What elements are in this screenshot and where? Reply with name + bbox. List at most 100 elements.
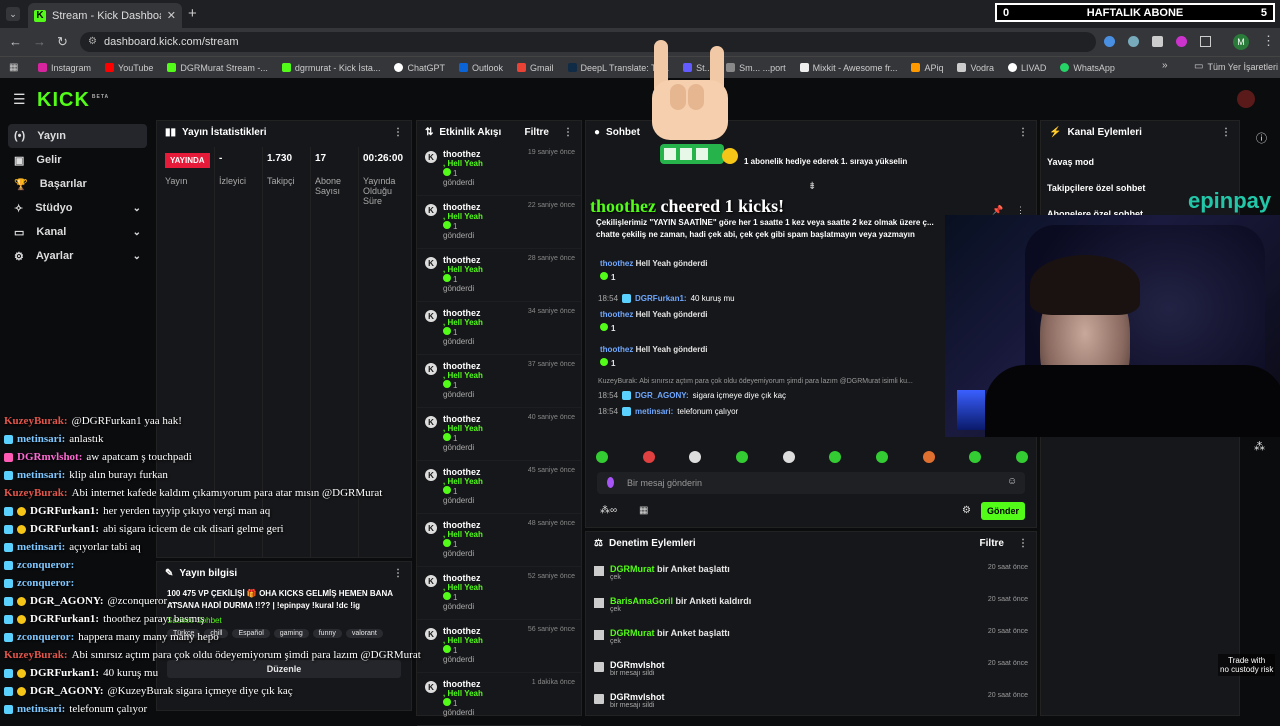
event-user[interactable]: thoothez bbox=[443, 573, 483, 583]
event-user[interactable]: thoothez bbox=[443, 467, 483, 477]
extension-icon[interactable] bbox=[1176, 36, 1187, 47]
send-button[interactable]: Gönder bbox=[981, 502, 1025, 520]
mod-user[interactable]: BarisAmaGoril bbox=[610, 596, 673, 606]
mod-user[interactable]: DGRMurat bbox=[610, 628, 655, 638]
sidebar-item-yayin[interactable]: (•) Yayın bbox=[8, 124, 147, 148]
emoji-icon[interactable]: ☺ bbox=[1007, 476, 1017, 487]
chat-username[interactable]: metinsari: bbox=[635, 407, 673, 416]
mod-action-body: BarisAmaGoril bir Anketi kaldırdı çek bbox=[610, 596, 752, 613]
bookmark-item[interactable]: Gmail bbox=[517, 63, 554, 73]
chat-username[interactable]: thoothez bbox=[600, 259, 633, 268]
extensions-puzzle-icon[interactable] bbox=[1200, 36, 1211, 47]
kick-logo[interactable]: KICK BETA bbox=[37, 89, 109, 112]
browser-tab[interactable]: K Stream - Kick Dashboard ✕ bbox=[28, 3, 182, 28]
overlay-text: @KuzeyBurak sigara içmeye diye çık kaç bbox=[107, 685, 293, 697]
bookmark-item[interactable]: dgrmurat - Kick İsta... bbox=[281, 63, 380, 73]
emote-icon[interactable] bbox=[596, 451, 608, 463]
more-options-icon[interactable]: ⋮ bbox=[563, 127, 573, 138]
tool-icon[interactable]: ⁂ bbox=[1254, 440, 1265, 453]
event-count: 1 bbox=[443, 274, 483, 284]
mod-user[interactable]: DGRmvlshot bbox=[610, 660, 665, 670]
emote-icon[interactable] bbox=[735, 451, 748, 463]
mod-user[interactable]: DGRMurat bbox=[610, 564, 655, 574]
emote-icon[interactable] bbox=[875, 451, 888, 463]
forward-icon[interactable]: → bbox=[33, 34, 46, 49]
emote-icon[interactable] bbox=[922, 451, 935, 463]
gift-icon[interactable]: ▦ bbox=[639, 505, 648, 516]
emote-icon[interactable] bbox=[782, 451, 795, 463]
more-options-icon[interactable]: ⋮ bbox=[1221, 127, 1231, 138]
chat-time: 18:54 bbox=[598, 406, 619, 416]
more-options-icon[interactable]: ⋮ bbox=[393, 127, 403, 138]
event-user[interactable]: thoothez bbox=[443, 679, 483, 689]
mod-sub: çek bbox=[610, 574, 621, 581]
sidebar-item-gelir[interactable]: ▣ Gelir bbox=[0, 148, 155, 172]
sidebar-item-ayarlar[interactable]: ⚙ Ayarlar ⌄ bbox=[0, 244, 155, 268]
url-input[interactable]: ⚙ dashboard.kick.com/stream bbox=[80, 32, 1096, 52]
apps-grid-icon[interactable]: ▦ bbox=[9, 62, 18, 73]
bookmark-item[interactable]: Instagram bbox=[38, 63, 91, 73]
bookmark-item[interactable]: Outlook bbox=[458, 63, 503, 73]
mod-user[interactable]: DGRmvlshot bbox=[610, 692, 665, 702]
sidebar-item-basarilar[interactable]: 🏆 Başarılar bbox=[0, 172, 155, 196]
event-user[interactable]: thoothez bbox=[443, 626, 483, 636]
slow-mode-toggle[interactable]: Yavaş mod bbox=[1041, 149, 1239, 175]
chat-username[interactable]: thoothez bbox=[600, 345, 633, 354]
expand-icon[interactable]: ⇟ bbox=[808, 181, 816, 192]
chat-input[interactable]: Bir mesaj gönderin ☺ bbox=[597, 472, 1025, 494]
bookmark-item[interactable]: DGRMurat Stream -... bbox=[167, 63, 268, 73]
browser-menu-icon[interactable]: ⋮ bbox=[1262, 33, 1275, 49]
extension-icon[interactable] bbox=[1128, 36, 1139, 47]
sidebar-item-studyo[interactable]: ✧ Stüdyo ⌄ bbox=[0, 196, 155, 220]
mod-action-row: DGRMurat bir Anket başlattı çek 20 saat … bbox=[586, 558, 1036, 590]
bookmark-item[interactable]: APiq bbox=[911, 63, 943, 73]
back-icon[interactable]: ← bbox=[9, 34, 22, 49]
event-user[interactable]: thoothez bbox=[443, 255, 483, 265]
bookmark-item[interactable]: ChatGPT bbox=[394, 63, 445, 73]
more-bookmarks-icon[interactable]: » bbox=[1162, 60, 1168, 71]
chat-username[interactable]: thoothez bbox=[600, 310, 633, 319]
event-user[interactable]: thoothez bbox=[443, 361, 483, 371]
emote-icon[interactable] bbox=[689, 451, 702, 463]
more-options-icon[interactable]: ⋮ bbox=[1018, 127, 1028, 138]
extension-icon[interactable] bbox=[1104, 36, 1115, 47]
chat-username[interactable]: DGRFurkan1: bbox=[635, 294, 687, 303]
sidebar-item-kanal[interactable]: ▭ Kanal ⌄ bbox=[0, 220, 155, 244]
chat-username[interactable]: DGR_AGONY: bbox=[635, 391, 689, 400]
overlay-chat-line: DGRFurkan1: her yerden tayyip çıkıyo verg… bbox=[4, 502, 444, 520]
new-tab-icon[interactable]: + bbox=[188, 5, 197, 22]
overlay-username: metinsari: bbox=[17, 433, 66, 445]
chat-message: 18:54 metinsari: telefonum çalıyor bbox=[586, 403, 946, 419]
more-options-icon[interactable]: ⋮ bbox=[1018, 538, 1028, 549]
bookmark-item[interactable]: LIVAD bbox=[1008, 63, 1046, 73]
emote-icon[interactable] bbox=[1015, 451, 1028, 463]
tab-search-icon[interactable]: ⌄ bbox=[6, 7, 20, 21]
site-info-icon[interactable]: ⚙ bbox=[88, 36, 97, 47]
all-bookmarks-folder[interactable]: ▭ Tüm Yer İşaretleri bbox=[1194, 61, 1278, 72]
info-icon[interactable]: ⓘ bbox=[1256, 130, 1267, 146]
chat-identity-icon[interactable] bbox=[607, 477, 614, 488]
reload-icon[interactable]: ↻ bbox=[57, 34, 68, 50]
overlay-text: @zconqueror ... bbox=[107, 595, 179, 607]
bookmark-item[interactable]: YouTube bbox=[105, 63, 153, 73]
chat-settings-icon[interactable]: ⚙ bbox=[962, 505, 971, 516]
event-user[interactable]: thoothez bbox=[443, 149, 483, 159]
bookmark-item[interactable]: Mixkit - Awesome fr... bbox=[799, 63, 897, 73]
emote-icon[interactable] bbox=[642, 451, 655, 463]
event-user[interactable]: thoothez bbox=[443, 202, 483, 212]
tab-close-icon[interactable]: ✕ bbox=[167, 9, 176, 22]
emote-icon[interactable] bbox=[969, 451, 982, 463]
filter-button[interactable]: Filtre bbox=[980, 538, 1004, 549]
user-avatar[interactable] bbox=[1237, 90, 1255, 108]
event-user[interactable]: thoothez bbox=[443, 414, 483, 424]
emote-icon[interactable] bbox=[829, 451, 842, 463]
event-user[interactable]: thoothez bbox=[443, 520, 483, 530]
event-user[interactable]: thoothez bbox=[443, 308, 483, 318]
filter-button[interactable]: Filtre bbox=[525, 127, 549, 138]
kicks-icon[interactable]: ⁂∞ bbox=[600, 505, 617, 516]
hamburger-menu-icon[interactable]: ☰ bbox=[13, 91, 26, 108]
profile-avatar[interactable]: M bbox=[1233, 34, 1249, 50]
bookmark-item[interactable]: WhatsApp bbox=[1060, 63, 1115, 73]
bookmark-item[interactable]: Vodra bbox=[957, 63, 994, 73]
shield-icon[interactable] bbox=[1152, 36, 1163, 47]
